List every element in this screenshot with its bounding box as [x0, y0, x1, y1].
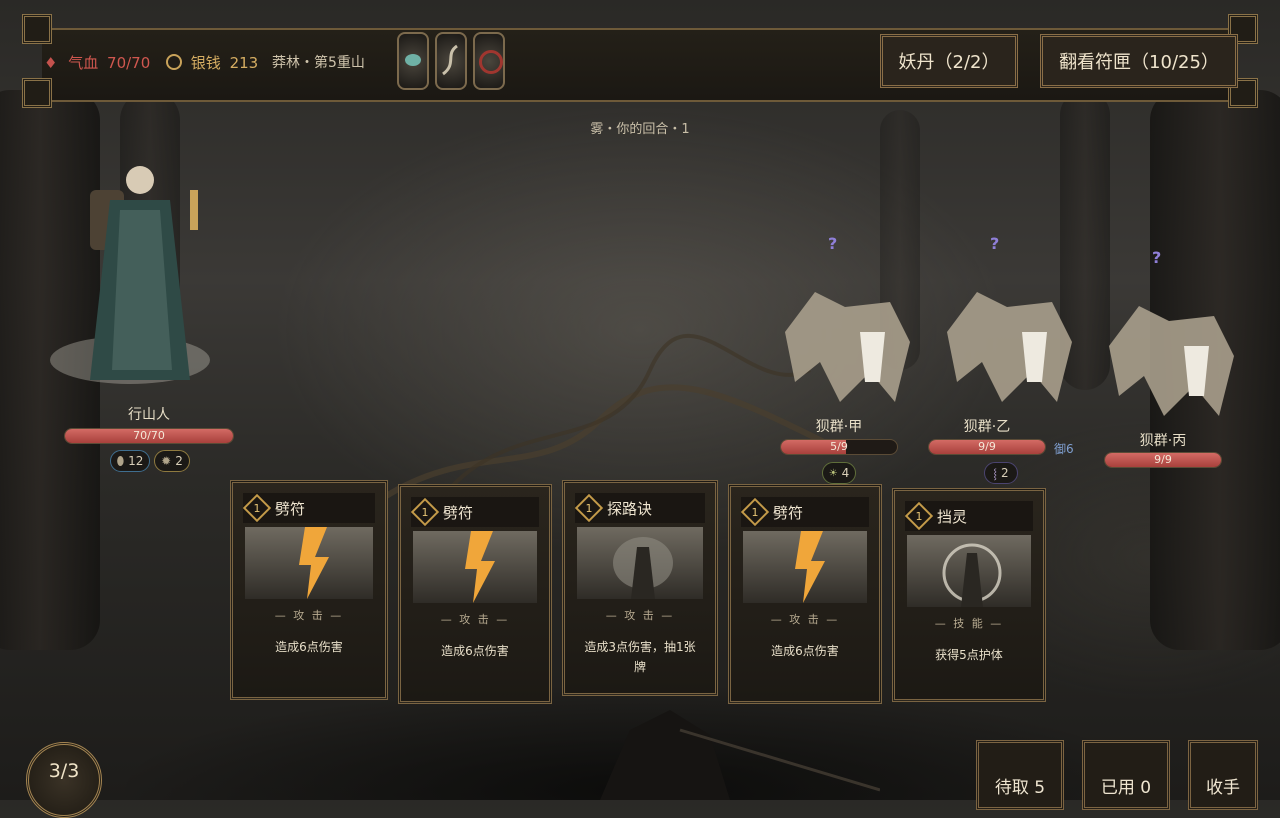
- player-sprite: [50, 166, 210, 384]
- enemy-status-value: 4: [841, 466, 850, 480]
- money-value: 213: [229, 54, 259, 72]
- shield-icon: ⬮: [116, 453, 125, 468]
- card-description: 造成6点伤害: [275, 640, 343, 654]
- enemy-status-chip[interactable]: ⸾ 2: [984, 462, 1018, 484]
- enemy-hp-bar: 9/9: [928, 439, 1046, 455]
- wolf-sprite: [1109, 306, 1234, 416]
- wolf-sprite: [785, 292, 910, 402]
- sun-icon: ☀: [828, 467, 838, 479]
- card-art-lightning: [413, 531, 537, 603]
- card-art-lightning: [743, 531, 867, 603]
- card-title: 挡灵: [937, 507, 968, 526]
- enemy-hp-text: 9/9: [978, 440, 996, 453]
- coin-icon: [166, 54, 182, 70]
- hp-stat: ♦ 气血 70/70: [44, 52, 150, 73]
- enemy-hp-bar: 9/9: [1104, 452, 1222, 468]
- card-description: 获得5点护体: [935, 648, 1003, 662]
- turn-indicator: 雾・你的回合・1: [590, 122, 690, 137]
- player-buff-value: 2: [175, 454, 183, 468]
- cost-gem-icon: 1: [904, 501, 934, 531]
- card-description: 造成6点伤害: [771, 644, 839, 658]
- jade-bowl-relic-icon[interactable]: [397, 32, 429, 90]
- card-art-figure: [577, 527, 703, 599]
- player-character[interactable]: [40, 150, 220, 390]
- enemy-status-chip[interactable]: ☀ 4: [822, 462, 856, 484]
- hp-value: 70/70: [107, 54, 151, 72]
- hand-card[interactable]: 1 挡灵 — 技 能 — 获得5点护体: [892, 488, 1046, 702]
- serpent-relic-icon[interactable]: [435, 32, 467, 90]
- card-title: 探路诀: [607, 499, 653, 518]
- card-title: 劈符: [773, 503, 804, 522]
- card-type: — 攻 击 —: [605, 609, 675, 622]
- enemy-status-value: 2: [1000, 466, 1009, 480]
- enemy-block-label: 御6: [1054, 442, 1074, 456]
- energy-counter: 3/3: [26, 742, 102, 818]
- enemy-name: 狈群·丙: [1139, 433, 1187, 449]
- card-type: — 攻 击 —: [274, 609, 344, 622]
- card-type: — 攻 击 —: [770, 613, 840, 626]
- enemy-intent-icon: ?: [828, 234, 838, 253]
- player-hp-text: 70/70: [133, 429, 165, 442]
- wolf-sprite: [947, 292, 1072, 402]
- card-title: 劈符: [443, 503, 474, 522]
- player-block-chip[interactable]: ⬮ 12: [110, 450, 150, 472]
- claw-icon: ⸾: [993, 469, 997, 480]
- card-type: — 技 能 —: [934, 617, 1004, 630]
- enemy-hp-bar: 5/9: [780, 439, 898, 455]
- hand-card[interactable]: 1 探路诀 — 攻 击 — 造成3点伤害，抽1张牌: [562, 480, 718, 696]
- enemy-wolf-b[interactable]: [932, 262, 1082, 412]
- card-type: — 攻 击 —: [440, 613, 510, 626]
- cost-gem-icon: 1: [242, 493, 272, 523]
- enemy-wolf-c[interactable]: [1094, 276, 1244, 426]
- enemy-wolf-a[interactable]: [770, 262, 920, 412]
- player-hp-bar: 70/70: [64, 428, 234, 444]
- enemy-intent-icon: ?: [990, 234, 1000, 253]
- hp-label: 气血: [68, 54, 99, 72]
- enemy-intent-icon: ?: [1152, 248, 1162, 267]
- hand-card[interactable]: 1 劈符 — 攻 击 — 造成6点伤害: [398, 484, 552, 704]
- cost-gem-icon: 1: [410, 497, 440, 527]
- player-name: 行山人: [128, 407, 170, 423]
- card-art-orb: [907, 535, 1031, 607]
- money-label: 银钱: [190, 54, 221, 72]
- money-stat: 银钱 213: [166, 52, 258, 73]
- cost-gem-icon: 1: [740, 497, 770, 527]
- player-block-value: 12: [128, 454, 144, 468]
- enemy-name: 狈群·甲: [815, 419, 863, 435]
- card-art-lightning: [245, 527, 373, 599]
- card-title: 劈符: [275, 499, 306, 518]
- yaodan-button[interactable]: 妖丹（2/2）: [880, 34, 1018, 88]
- foreground-spear-figure: [600, 710, 880, 800]
- location-label: 莽林・第5重山: [272, 55, 365, 71]
- cost-gem-icon: 1: [574, 493, 604, 523]
- blood-drop-icon: ♦: [44, 54, 58, 72]
- hand-card[interactable]: 1 劈符 — 攻 击 — 造成6点伤害: [230, 480, 388, 700]
- red-ring-relic-icon[interactable]: [473, 32, 505, 90]
- talisman-box-button[interactable]: 翻看符匣（10/25）: [1040, 34, 1238, 88]
- gear-icon: ✹: [161, 454, 172, 468]
- hand-card[interactable]: 1 劈符 — 攻 击 — 造成6点伤害: [728, 484, 882, 704]
- enemy-hp-text: 5/9: [830, 440, 848, 453]
- enemy-name: 狈群·乙: [963, 419, 1011, 435]
- card-description: 造成6点伤害: [441, 644, 509, 658]
- player-buff-chip[interactable]: ✹ 2: [154, 450, 190, 472]
- enemy-hp-text: 9/9: [1154, 453, 1172, 466]
- card-description: 造成3点伤害，抽1张牌: [584, 640, 696, 674]
